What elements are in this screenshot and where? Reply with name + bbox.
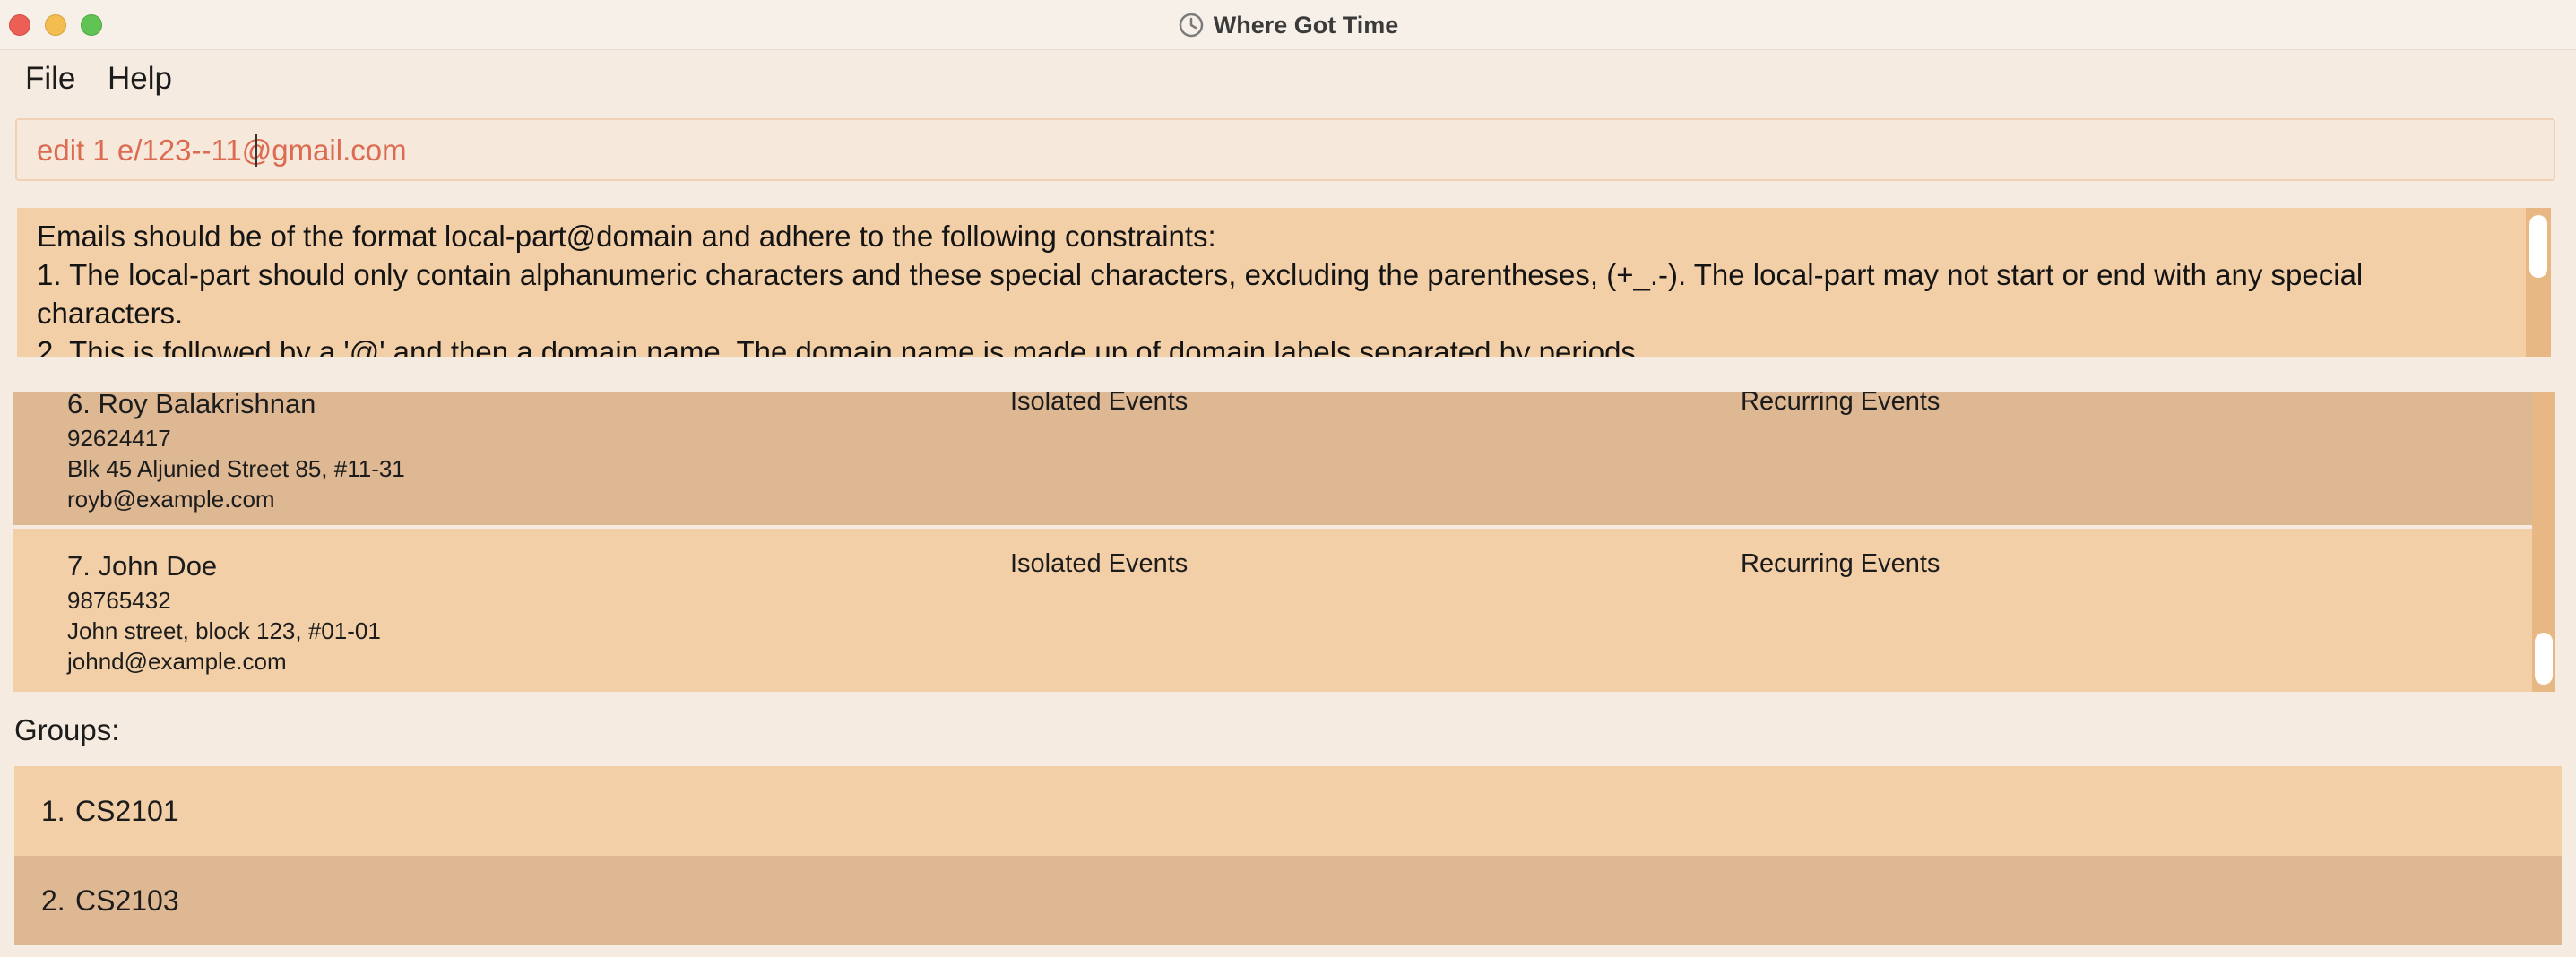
clock-icon [1179,13,1203,38]
group-name: CS2103 [75,884,179,917]
person-phone: 92624417 [67,425,171,452]
menu-help[interactable]: Help [108,61,172,97]
person-address: Blk 45 Aljunied Street 85, #11-31 [67,455,405,482]
person-list-scrollbar-thumb[interactable] [2535,633,2553,685]
group-name: CS2101 [75,795,179,827]
recurring-events-label: Recurring Events [1741,392,1941,416]
isolated-events-label: Isolated Events [1010,549,1189,578]
group-item[interactable]: 2. CS2103 [14,856,2562,945]
person-email: royb@example.com [67,486,275,513]
person-email: johnd@example.com [67,648,287,675]
isolated-events-label: Isolated Events [1010,392,1189,416]
command-input[interactable]: edit 1 e/123--11@gmail.com [15,118,2555,181]
person-address: John street, block 123, #01-01 [67,617,381,644]
person-name: 7. John Doe [67,550,218,582]
group-index: 1. [41,795,65,827]
group-item[interactable]: 1. CS2101 [14,766,2562,856]
menu-file[interactable]: File [25,61,75,97]
person-phone: 98765432 [67,587,171,614]
command-input-text: edit 1 e/123--11@gmail.com [37,134,407,167]
result-message: Emails should be of the format local-par… [37,220,2364,357]
groups-heading: Groups: [14,713,120,746]
window-title-group: Where Got Time [0,0,2576,50]
window-title: Where Got Time [1213,11,1399,39]
person-name: 6. Roy Balakrishnan [67,392,316,419]
text-caret [255,134,257,167]
menu-bar: File Help [0,50,2576,108]
result-display[interactable]: Emails should be of the format local-par… [17,208,2550,357]
recurring-events-label: Recurring Events [1741,549,1941,578]
group-index: 2. [41,884,65,917]
title-bar: Where Got Time [0,0,2576,50]
result-scrollbar-thumb[interactable] [2529,215,2547,278]
person-card[interactable]: 7. John Doe 98765432 John street, block … [13,529,2532,692]
person-list[interactable]: 6. Roy Balakrishnan 92624417 Blk 45 Alju… [13,392,2532,692]
person-card[interactable]: 6. Roy Balakrishnan 92624417 Blk 45 Alju… [13,392,2532,525]
